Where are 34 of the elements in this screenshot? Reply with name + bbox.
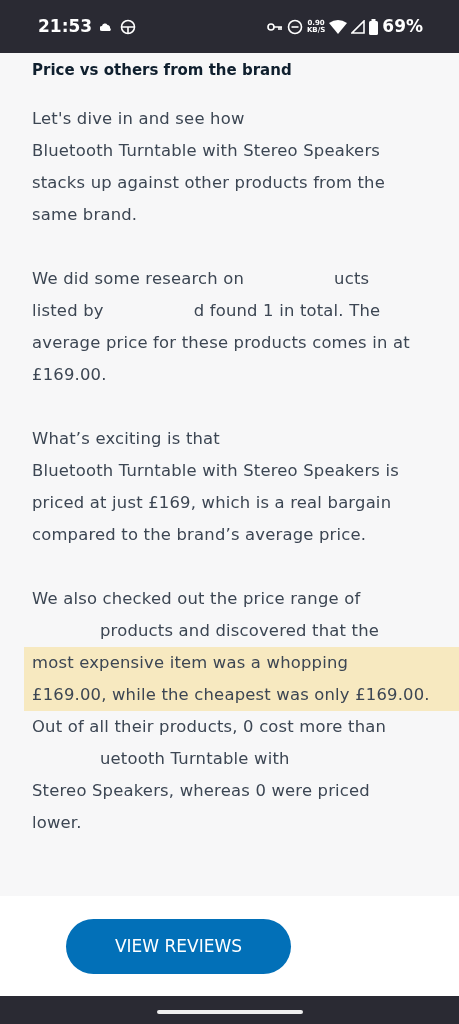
paragraph-text: What’s exciting is that <box>32 429 220 448</box>
paragraph-text: stacks up against other products from the <box>32 173 385 192</box>
paragraph-text: uetooth Turntable with <box>100 749 290 768</box>
paragraph-text: d found 1 in total. The <box>193 301 381 320</box>
paragraph-text: same brand. <box>32 205 138 224</box>
paragraph-text: We did some research on <box>32 269 245 288</box>
paragraph-text: ucts <box>334 269 370 288</box>
section-heading: Price vs others from the brand <box>32 61 293 79</box>
paragraph-text: Out of all their products, 0 cost more than <box>32 717 387 736</box>
clock: 21:53 <box>38 14 93 38</box>
paragraph-text: lower. <box>32 813 82 832</box>
paragraph-text: priced at just £169, which is a real bargain <box>32 493 392 512</box>
paragraph-text: £169.00, while the cheapest was only £169.00. <box>32 685 430 704</box>
wifi-icon <box>329 19 348 34</box>
battery-icon <box>369 18 379 35</box>
paragraph-text: We also checked out the price range of <box>32 589 361 608</box>
key-icon <box>266 21 283 32</box>
paragraph-text: compared to the brand’s average price. <box>32 525 367 544</box>
paragraph-text: Stereo Speakers, whereas 0 were priced <box>32 781 370 800</box>
view-reviews-button[interactable]: VIEW REVIEWS <box>66 919 291 974</box>
cloud-icon <box>100 21 113 32</box>
do-not-disturb-icon <box>286 18 303 35</box>
paragraph-text: average price for these products comes in at <box>32 333 410 352</box>
battery-level: 69% <box>382 14 423 38</box>
paragraph-text: Let's dive in and see how <box>32 109 245 128</box>
paragraph-text: Bluetooth Turntable with Stereo Speakers <box>32 141 381 160</box>
paragraph-text: Bluetooth Turntable with Stereo Speakers is <box>32 461 399 480</box>
paragraph-text: £169.00. <box>32 365 107 384</box>
paragraph-text: products and discovered that the <box>100 621 380 640</box>
steering-wheel-icon <box>120 18 137 35</box>
signal-icon <box>351 19 366 34</box>
paragraph-text: listed by <box>32 301 104 320</box>
paragraph-text: most expensive item was a whopping <box>32 653 349 672</box>
home-handle[interactable] <box>156 1010 303 1014</box>
